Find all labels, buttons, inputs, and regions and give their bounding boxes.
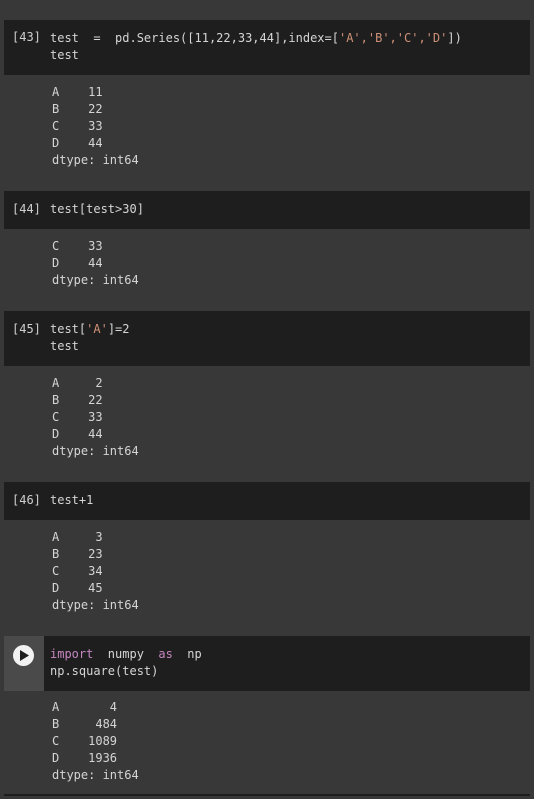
code-line: test['A']=2 <box>50 322 130 336</box>
output-line: dtype: int64 <box>52 598 139 612</box>
execution-count: [46] <box>12 493 41 507</box>
output-line: C 33 <box>52 119 103 133</box>
code-line: test <box>50 48 79 62</box>
output-line: dtype: int64 <box>52 768 139 782</box>
output-line: D 1936 <box>52 751 118 765</box>
output-line: A 2 <box>52 376 103 390</box>
bottom-border <box>4 794 530 796</box>
output-line: B 484 <box>52 717 118 731</box>
output-line: C 34 <box>52 564 103 578</box>
execution-count: [44] <box>12 202 41 216</box>
output-line: dtype: int64 <box>52 153 139 167</box>
output-line: C 33 <box>52 239 103 253</box>
code-line: import numpy as np <box>50 647 202 661</box>
output-line: A 11 <box>52 85 103 99</box>
output-line: dtype: int64 <box>52 273 139 287</box>
code-line: test+1 <box>50 493 94 507</box>
execution-count: [43] <box>12 30 41 44</box>
code-line: test[test>30] <box>50 202 144 216</box>
output-line: D 44 <box>52 136 103 150</box>
code-line: np.square(test) <box>50 664 159 678</box>
output-line: D 44 <box>52 427 103 441</box>
execution-count: [45] <box>12 322 41 336</box>
code-cell-46[interactable]: [46] test+1 <box>4 482 530 520</box>
output-line: D 45 <box>52 581 103 595</box>
output-line: C 33 <box>52 410 103 424</box>
output-line: C 1089 <box>52 734 118 748</box>
code-line: test <box>50 339 79 353</box>
code-cell-45[interactable]: [45] test['A']=2 test <box>4 311 530 366</box>
output-line: dtype: int64 <box>52 444 139 458</box>
code-cell-44[interactable]: [44] test[test>30] <box>4 191 530 229</box>
output-line: B 23 <box>52 547 103 561</box>
output-line: D 44 <box>52 256 103 270</box>
run-cell-button[interactable] <box>13 645 34 666</box>
output-line: A 4 <box>52 700 118 714</box>
code-cell-43[interactable]: [43] test = pd.Series([11,22,33,44],inde… <box>4 20 530 75</box>
play-icon <box>20 650 29 661</box>
output-line: B 22 <box>52 102 103 116</box>
output-line: A 3 <box>52 530 103 544</box>
code-line: test = pd.Series([11,22,33,44],index=['A… <box>50 31 462 45</box>
output-line: B 22 <box>52 393 103 407</box>
